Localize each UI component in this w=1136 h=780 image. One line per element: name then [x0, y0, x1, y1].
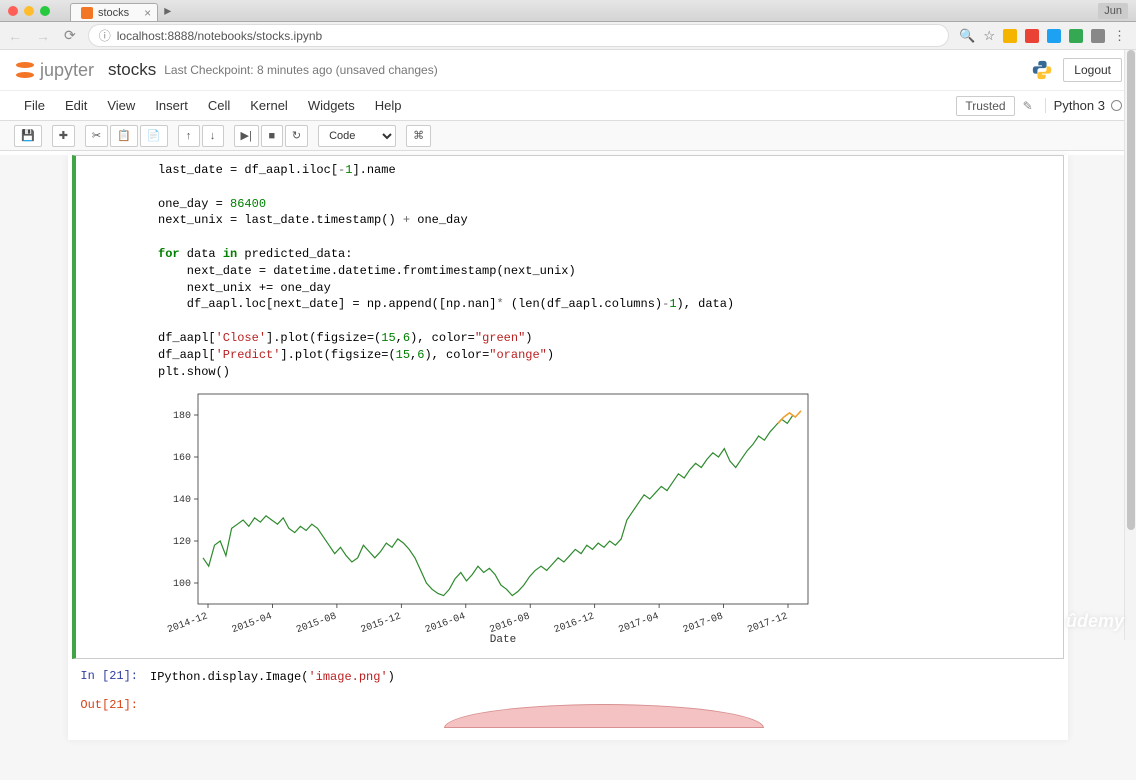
notebook-container: last_date = df_aapl.iloc[-1].name one_da…: [0, 155, 1136, 780]
save-button[interactable]: 💾: [14, 125, 42, 147]
browser-profile-badge[interactable]: Jun: [1098, 3, 1128, 19]
stock-chart: 100 120 140 160 180 2014-12 2015-04 2015-08 201…: [158, 386, 818, 646]
out-prompt-21: Out[21]:: [74, 694, 146, 738]
code-cell-running[interactable]: last_date = df_aapl.iloc[-1].name one_da…: [72, 155, 1064, 659]
trusted-badge[interactable]: Trusted: [956, 96, 1014, 116]
browser-tabs: stocks × ▸: [70, 0, 177, 21]
menu-insert[interactable]: Insert: [145, 93, 198, 118]
browser-menu-icon[interactable]: ⋮: [1113, 28, 1126, 44]
url-bar: ← → ⟳ ⓘ localhost:8888/notebooks/stocks.…: [0, 22, 1136, 50]
stop-button[interactable]: ■: [261, 125, 283, 147]
notebook-title[interactable]: stocks: [108, 60, 156, 80]
code-text-21: IPython.display.Image('image.png'): [150, 669, 1058, 686]
browser-chrome: stocks × ▸ Jun: [0, 0, 1136, 22]
close-window-icon[interactable]: [8, 6, 18, 16]
zoom-icon[interactable]: 🔍: [959, 28, 975, 44]
url-input[interactable]: ⓘ localhost:8888/notebooks/stocks.ipynb: [88, 24, 949, 47]
logout-button[interactable]: Logout: [1063, 58, 1122, 82]
run-button[interactable]: ▶|: [234, 125, 259, 147]
paste-button[interactable]: 📄: [140, 125, 168, 147]
svg-text:120: 120: [173, 537, 191, 548]
jupyter-logo-icon: [14, 59, 36, 81]
toolbar: 💾 ✚ ✂ 📋 📄 ↑ ↓ ▶| ■ ↻ Code ⌘: [0, 121, 1136, 151]
kernel-status-icon: [1111, 100, 1122, 111]
output-body-21: [146, 694, 1062, 738]
extension-icon-1[interactable]: [1003, 29, 1017, 43]
url-text: localhost:8888/notebooks/stocks.ipynb: [117, 29, 322, 43]
jupyter-logo-text: jupyter: [40, 60, 94, 81]
checkpoint-status: Last Checkpoint: 8 minutes ago (unsaved …: [164, 63, 438, 77]
jupyter-logo[interactable]: jupyter: [14, 59, 94, 81]
svg-text:2016-08: 2016-08: [488, 612, 531, 637]
svg-text:160: 160: [173, 453, 191, 464]
svg-text:2015-04: 2015-04: [231, 612, 274, 637]
x-axis-label: Date: [490, 634, 516, 646]
svg-text:2016-04: 2016-04: [424, 612, 467, 637]
reload-button[interactable]: ⟳: [62, 27, 78, 44]
svg-text:140: 140: [173, 495, 191, 506]
extension-icon-4[interactable]: [1069, 29, 1083, 43]
window-controls: [8, 6, 50, 16]
menu-cell[interactable]: Cell: [198, 93, 240, 118]
menubar: File Edit View Insert Cell Kernel Widget…: [0, 91, 1136, 121]
menu-widgets[interactable]: Widgets: [298, 93, 365, 118]
scrollbar[interactable]: [1124, 50, 1136, 640]
svg-text:2016-12: 2016-12: [553, 612, 596, 637]
menu-help[interactable]: Help: [365, 93, 412, 118]
output-cell-21: Out[21]:: [68, 692, 1068, 740]
menu-view[interactable]: View: [97, 93, 145, 118]
maximize-window-icon[interactable]: [40, 6, 50, 16]
close-tab-icon[interactable]: ×: [144, 6, 151, 20]
code-cell-21[interactable]: In [21]: IPython.display.Image('image.pn…: [68, 663, 1068, 692]
in-prompt-empty: [82, 158, 154, 656]
extension-icon-2[interactable]: [1025, 29, 1039, 43]
chart-output: 100 120 140 160 180 2014-12 2015-04 2015-08 201…: [158, 386, 1053, 646]
extension-icon-5[interactable]: [1091, 29, 1105, 43]
bookmark-icon[interactable]: ☆: [983, 28, 995, 44]
menu-edit[interactable]: Edit: [55, 93, 97, 118]
command-palette-button[interactable]: ⌘: [406, 125, 431, 147]
kernel-indicator[interactable]: Python 3: [1045, 98, 1122, 113]
jupyter-favicon: [81, 7, 93, 19]
svg-text:2015-12: 2015-12: [359, 612, 402, 637]
restart-button[interactable]: ↻: [285, 125, 308, 147]
udemy-watermark: ûdemy: [1066, 611, 1124, 632]
in-prompt-21: In [21]:: [74, 665, 146, 690]
svg-text:180: 180: [173, 411, 191, 422]
svg-text:2014-12: 2014-12: [166, 612, 209, 637]
add-cell-button[interactable]: ✚: [52, 125, 75, 147]
cell-type-select[interactable]: Code: [318, 125, 396, 147]
scrollbar-thumb[interactable]: [1127, 50, 1135, 530]
svg-text:100: 100: [173, 579, 191, 590]
code-text: last_date = df_aapl.iloc[-1].name one_da…: [158, 162, 1053, 380]
cut-button[interactable]: ✂: [85, 125, 108, 147]
browser-right-icons: 🔍 ☆ ⋮: [959, 28, 1130, 44]
site-info-icon[interactable]: ⓘ: [99, 27, 111, 44]
move-down-button[interactable]: ↓: [202, 125, 224, 147]
code-body[interactable]: last_date = df_aapl.iloc[-1].name one_da…: [154, 158, 1057, 656]
menu-file[interactable]: File: [14, 93, 55, 118]
back-button[interactable]: ←: [6, 28, 24, 44]
edit-metadata-icon[interactable]: ✎: [1019, 99, 1037, 113]
svg-text:2017-08: 2017-08: [682, 612, 725, 637]
python-logo-icon: [1031, 59, 1053, 81]
new-tab-button[interactable]: ▸: [158, 0, 177, 21]
minimize-window-icon[interactable]: [24, 6, 34, 16]
kernel-name-text: Python 3: [1054, 98, 1105, 113]
forward-button[interactable]: →: [34, 28, 52, 44]
move-up-button[interactable]: ↑: [178, 125, 200, 147]
browser-tab-stocks[interactable]: stocks ×: [70, 3, 158, 21]
code-body-21[interactable]: IPython.display.Image('image.png'): [146, 665, 1062, 690]
copy-button[interactable]: 📋: [110, 125, 138, 147]
jupyter-header: jupyter stocks Last Checkpoint: 8 minute…: [0, 50, 1136, 91]
tab-title: stocks: [98, 7, 129, 19]
menu-kernel[interactable]: Kernel: [240, 93, 298, 118]
svg-text:2015-08: 2015-08: [295, 612, 338, 637]
svg-text:2017-04: 2017-04: [617, 612, 660, 637]
output-image-preview: [444, 704, 764, 728]
svg-text:2017-12: 2017-12: [746, 612, 789, 637]
extension-icon-3[interactable]: [1047, 29, 1061, 43]
